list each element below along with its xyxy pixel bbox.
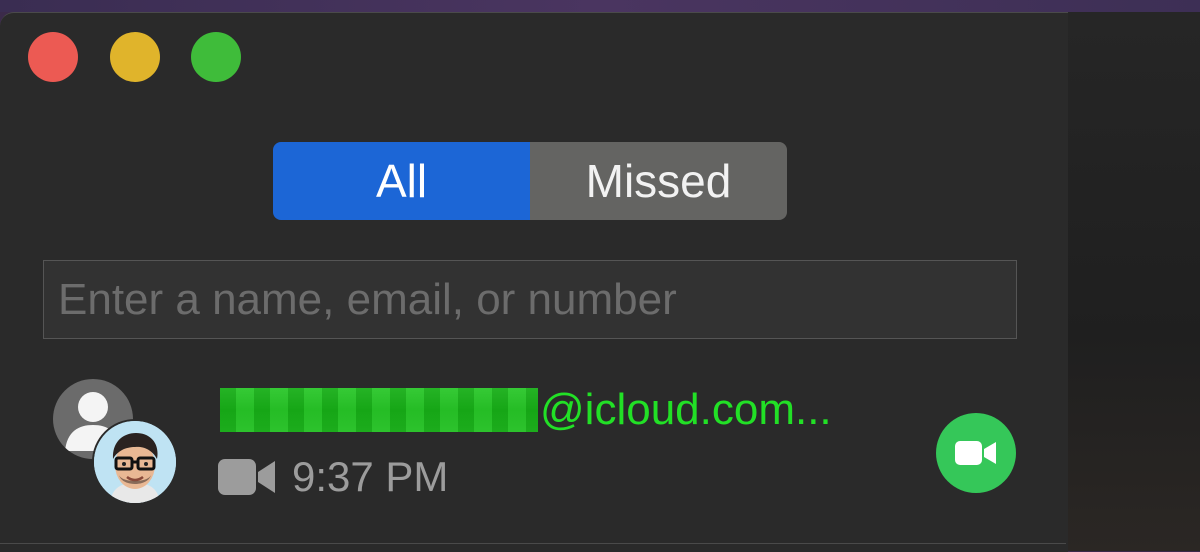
video-camera-icon [955,441,996,465]
tab-missed[interactable]: Missed [530,142,787,220]
video-call-button[interactable] [936,413,1016,493]
contact-email-domain: @icloud.com... [540,385,832,434]
contact-name: @icloud.com... [220,385,832,435]
divider [0,543,1066,544]
close-window-button[interactable] [28,32,78,82]
memoji-avatar [94,421,176,503]
desktop-background [0,0,1200,12]
memoji-face-icon [94,421,176,503]
video-camera-icon [218,459,275,495]
maximize-window-button[interactable] [191,32,241,82]
call-time: 9:37 PM [292,453,449,500]
search-input[interactable] [43,260,1017,339]
tab-all[interactable]: All [273,142,530,220]
redacted-name-block [220,388,538,432]
call-filter-segmented-control: All Missed [273,142,787,220]
minimize-window-button[interactable] [110,32,160,82]
call-details: 9:37 PM [218,452,448,502]
adjacent-window-edge [1066,12,1200,551]
